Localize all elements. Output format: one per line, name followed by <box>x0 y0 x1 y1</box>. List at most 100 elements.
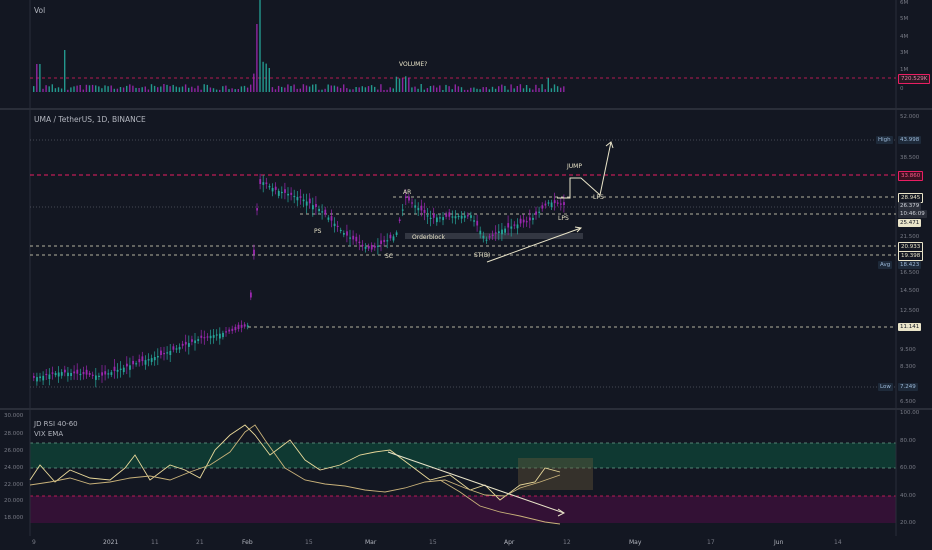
volume-bar <box>228 89 230 92</box>
avg-value-tag: 18.423 <box>898 261 922 269</box>
candle-body <box>215 334 218 336</box>
volume-bar <box>175 86 177 92</box>
indicator-left-axis: 30.000 28.000 26.000 24.000 22.000 20.00… <box>0 410 30 536</box>
candle-body <box>315 204 317 207</box>
candle-body <box>420 205 423 211</box>
candle-body <box>374 245 376 248</box>
volume-bar <box>144 86 146 92</box>
x-axis-label: 15 <box>305 539 313 546</box>
candle-body <box>476 220 479 226</box>
left-axis-label: 30.000 <box>4 413 24 419</box>
high-value-tag: 43.998 <box>898 136 922 144</box>
candle-body <box>116 369 119 372</box>
volume-bar <box>153 85 156 92</box>
candle-body <box>76 369 79 374</box>
candle-body <box>132 360 134 365</box>
volume-bar <box>525 85 528 92</box>
vol-axis-label: 6M <box>900 0 909 6</box>
candle-body <box>389 234 392 239</box>
volume-bar <box>330 85 332 92</box>
volume-bar <box>414 86 416 92</box>
time-axis[interactable]: 9 2021 11 21 Feb 15 Mar 15 Apr 12 May 17… <box>0 536 932 550</box>
volume-bar <box>349 89 351 92</box>
volume-pane-title: Vol <box>34 6 46 15</box>
price-axis-label: 12.500 <box>900 308 920 314</box>
candle-body <box>510 226 513 229</box>
volume-bar <box>470 87 472 92</box>
volume-bar <box>485 87 487 92</box>
vol-axis-label: 5M <box>900 16 909 22</box>
volume-bar <box>343 84 345 92</box>
candle-body <box>203 337 206 339</box>
candle-body <box>364 246 367 249</box>
left-axis-label: 26.000 <box>4 448 24 454</box>
candle-body <box>383 239 386 242</box>
volume-bar <box>240 86 243 92</box>
candle-body <box>519 218 522 224</box>
volume-bar <box>200 89 202 92</box>
volume-annotation: VOLUME? <box>399 61 428 68</box>
volume-bar <box>113 88 115 92</box>
volume-bar <box>274 89 277 92</box>
candle-body <box>277 190 280 196</box>
candle-body <box>522 219 525 223</box>
volume-bar <box>432 85 435 92</box>
candle-body <box>107 373 110 375</box>
candle-body <box>352 235 355 240</box>
volume-bar <box>259 0 261 92</box>
volume-bar <box>445 84 447 92</box>
level-11-tag: 11.141 <box>898 323 922 331</box>
volume-bar <box>494 88 497 92</box>
volume-bar <box>39 64 41 92</box>
candle-body <box>426 215 429 217</box>
volume-bar <box>150 84 153 92</box>
candle-body <box>330 216 333 221</box>
upper-band-zone <box>30 443 896 468</box>
x-axis-label: May <box>629 539 642 546</box>
candle-body <box>253 249 255 255</box>
candle-body <box>39 376 41 379</box>
candle-body <box>184 341 187 345</box>
candle-body <box>212 335 215 338</box>
candle-body <box>377 245 379 247</box>
candle-body <box>432 214 435 218</box>
candle-body <box>101 372 103 376</box>
volume-bar <box>333 85 336 92</box>
volume-bar <box>460 87 463 92</box>
volume-bar <box>411 87 413 92</box>
volume-bar <box>188 87 190 92</box>
volume-bar <box>367 86 370 92</box>
vol-axis-label: 3M <box>900 50 909 56</box>
candle-body <box>88 373 91 375</box>
candle-body <box>262 182 265 185</box>
candle-body <box>181 343 184 346</box>
volume-bar <box>219 89 221 92</box>
volume-bar <box>417 88 419 92</box>
x-axis-label: 9 <box>32 539 36 546</box>
candle-body <box>336 225 339 227</box>
candle-body <box>513 224 516 226</box>
candle-body <box>240 324 243 328</box>
lps-label-2: LPS <box>593 194 604 201</box>
price-axis-label: 14.500 <box>900 288 920 294</box>
volume-bar <box>479 89 481 92</box>
candle-body <box>82 372 85 375</box>
candle-body <box>209 335 212 339</box>
candle-body <box>327 217 330 220</box>
volume-bar <box>271 87 274 92</box>
candle-body <box>460 215 463 219</box>
candle-body <box>169 351 172 355</box>
volume-bar <box>467 89 469 92</box>
volume-bar <box>504 85 506 92</box>
x-axis-label: 17 <box>707 539 715 546</box>
volume-bar <box>169 86 171 92</box>
volume-bar <box>321 89 323 92</box>
avg-label-tag: Avg <box>878 261 893 269</box>
x-axis-label: 12 <box>563 539 571 546</box>
volume-bar <box>299 88 301 92</box>
volume-bar <box>358 87 360 92</box>
indicator-title-vix: VIX EMA <box>34 430 64 438</box>
volume-bar <box>181 86 184 92</box>
candle-body <box>504 228 506 233</box>
price-axis-label: 16.500 <box>900 270 920 276</box>
